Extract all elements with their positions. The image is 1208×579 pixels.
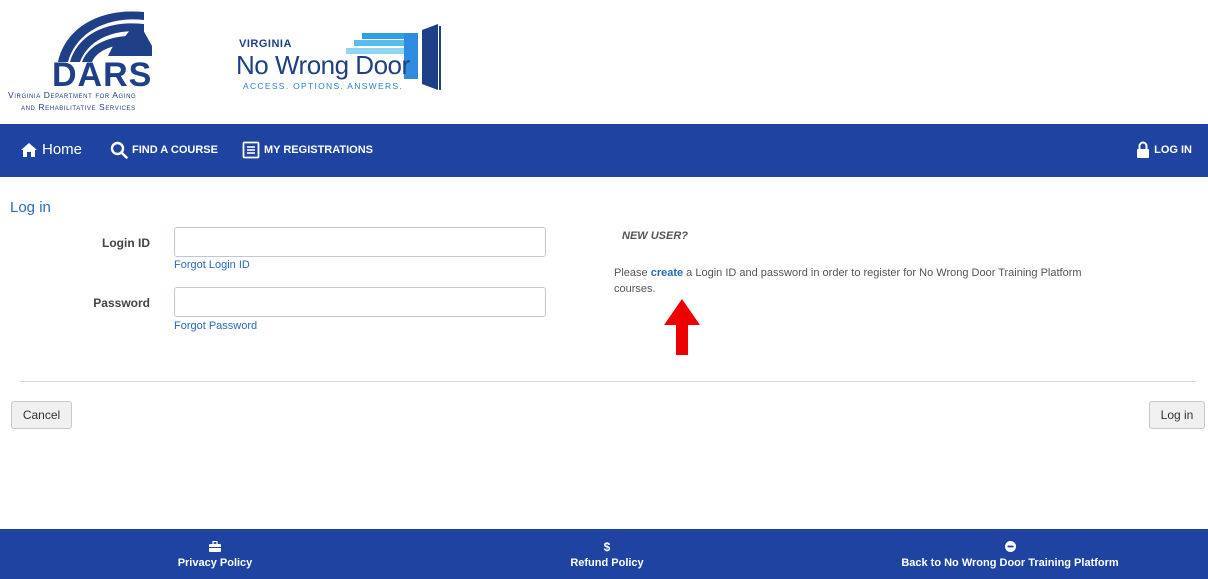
login-id-label: Login ID <box>102 236 150 250</box>
footer-back-link[interactable]: Back to No Wrong Door Training Platform <box>860 529 1160 579</box>
nwd-tagline: ACCESS. OPTIONS. ANSWERS. <box>243 81 404 91</box>
footer-refund-policy[interactable]: $ Refund Policy <box>532 529 682 579</box>
cancel-button[interactable]: Cancel <box>11 401 72 429</box>
briefcase-icon <box>209 540 221 554</box>
new-user-heading: NEW USER? <box>622 230 688 242</box>
footer-privacy-policy[interactable]: Privacy Policy <box>140 529 290 579</box>
nav-find-course[interactable]: FIND A COURSE <box>110 141 218 159</box>
new-user-text-before: Please <box>614 267 651 279</box>
lock-icon <box>1136 141 1150 159</box>
form-divider <box>20 381 1196 382</box>
nav-log-in-label: LOG IN <box>1154 144 1192 156</box>
list-icon <box>242 141 260 159</box>
dars-subtitle-line2: and Rehabilitative Services <box>21 102 136 112</box>
dars-logo[interactable]: DARS Virginia Department for Aging and R… <box>8 6 218 114</box>
dollar-icon: $ <box>603 539 611 554</box>
search-icon <box>110 141 128 159</box>
new-user-message: Please create a Login ID and password in… <box>614 265 1094 297</box>
circle-arrow-icon <box>1004 540 1016 554</box>
no-wrong-door-logo[interactable]: VIRGINIA No Wrong Door ACCESS. OPTIONS. … <box>236 24 446 94</box>
footer-refund-label: Refund Policy <box>570 556 644 569</box>
forgot-password-link[interactable]: Forgot Password <box>174 320 257 332</box>
site-footer: Privacy Policy $ Refund Policy Back to N… <box>0 529 1208 579</box>
page-title: Log in <box>10 199 51 216</box>
nav-log-in[interactable]: LOG IN <box>1136 141 1192 159</box>
nav-home[interactable]: Home <box>20 141 82 158</box>
nav-home-label: Home <box>42 141 83 158</box>
site-header: DARS Virginia Department for Aging and R… <box>0 0 1208 124</box>
main-navbar: Home FIND A COURSE MY REGISTRATIONS LOG … <box>0 124 1208 177</box>
password-input[interactable] <box>174 287 546 317</box>
home-icon <box>20 142 38 158</box>
create-account-link[interactable]: create <box>651 267 683 279</box>
log-in-button[interactable]: Log in <box>1149 401 1205 429</box>
footer-back-label: Back to No Wrong Door Training Platform <box>901 556 1119 569</box>
nav-my-registrations[interactable]: MY REGISTRATIONS <box>242 141 373 159</box>
nav-find-course-label: FIND A COURSE <box>132 144 218 156</box>
nav-my-registrations-label: MY REGISTRATIONS <box>264 144 373 156</box>
footer-privacy-label: Privacy Policy <box>177 556 253 569</box>
login-id-input[interactable] <box>174 227 546 257</box>
new-user-text-after: a Login ID and password in order to regi… <box>614 267 1082 295</box>
forgot-login-id-link[interactable]: Forgot Login ID <box>174 259 250 271</box>
nwd-title: No Wrong Door <box>236 50 410 80</box>
red-arrow-annotation <box>664 299 700 355</box>
nwd-state-label: VIRGINIA <box>239 38 292 50</box>
password-label: Password <box>93 296 150 310</box>
dars-subtitle-line1: Virginia Department for Aging <box>8 90 137 100</box>
